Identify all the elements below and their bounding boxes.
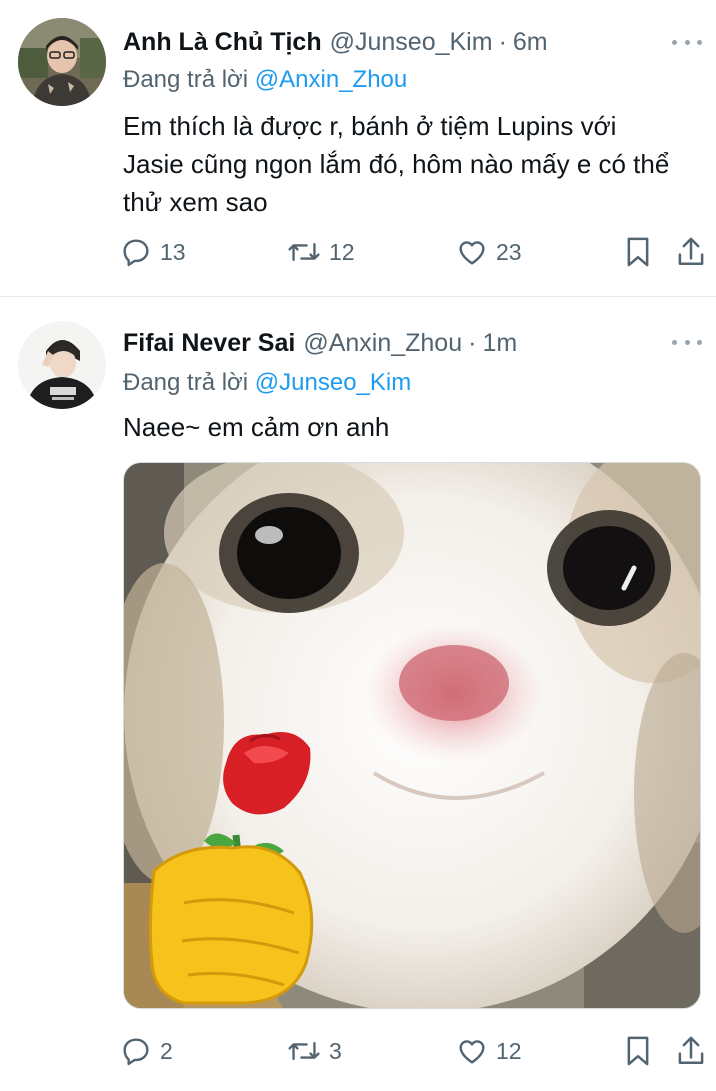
display-name[interactable]: Anh Là Chủ Tịch [123,28,322,57]
tweet-text: Naee~ em cảm ơn anh [123,412,390,442]
bookmark-button[interactable] [622,232,654,272]
cat-holding-rose-image-icon [124,463,700,1008]
like-count: 12 [496,1037,522,1064]
replying-to-label: Đang trả lời [123,66,255,93]
retweet-count: 3 [329,1037,342,1064]
avatar[interactable] [18,321,106,409]
heart-icon [459,1040,485,1064]
tweet-header: Fifai Never Sai @Anxin_Zhou · 1m [123,323,517,363]
profile-photo-icon [18,321,106,409]
tweet[interactable]: Fifai Never Sai @Anxin_Zhou · 1m Đang tr… [0,297,716,1091]
retweet-button[interactable]: 12 [287,232,355,272]
share-icon [678,237,704,266]
reply-icon [123,239,149,267]
user-handle[interactable]: @Anxin_Zhou [303,329,462,358]
more-options-icon[interactable] [672,336,702,348]
replying-to: Đang trả lời @Anxin_Zhou [123,66,407,94]
avatar[interactable] [18,18,106,106]
display-name[interactable]: Fifai Never Sai [123,329,295,358]
like-button[interactable]: 23 [456,232,522,272]
tweet-media[interactable] [123,462,701,1009]
separator: · [498,27,507,56]
bookmark-button[interactable] [622,1031,654,1071]
reply-button[interactable]: 13 [120,232,186,272]
reply-button[interactable]: 2 [120,1031,173,1071]
share-button[interactable] [675,1031,707,1071]
bookmark-icon [627,1036,649,1066]
replying-to-link[interactable]: @Anxin_Zhou [255,66,407,93]
like-button[interactable]: 12 [456,1031,522,1071]
timestamp[interactable]: 6m [513,28,548,57]
tweet-actions: 2 3 12 [120,1031,710,1071]
like-count: 23 [496,238,522,265]
replying-to-link[interactable]: @Junseo_Kim [255,369,411,396]
retweet-button[interactable]: 3 [287,1031,342,1071]
more-options-icon[interactable] [672,36,702,48]
user-handle[interactable]: @Junseo_Kim [330,28,493,57]
heart-icon [459,241,485,265]
bookmark-icon [627,237,649,267]
share-icon [678,1036,704,1065]
separator: · [468,328,477,357]
replying-to-label: Đang trả lời [123,369,255,396]
reply-icon [123,1038,149,1066]
retweet-icon [288,1041,320,1061]
tweet-actions: 13 12 23 [120,232,710,272]
tweet-text: Em thích là được r, bánh ở tiệm Lupins v… [123,111,670,217]
timestamp[interactable]: 1m [482,329,517,358]
tweet[interactable]: Anh Là Chủ Tịch @Junseo_Kim · 6m Đang tr… [0,0,716,296]
retweet-count: 12 [329,238,355,265]
replying-to: Đang trả lời @Junseo_Kim [123,369,411,397]
retweet-icon [288,242,320,262]
reply-count: 2 [160,1037,173,1064]
reply-count: 13 [160,238,186,265]
tweet-header: Anh Là Chủ Tịch @Junseo_Kim · 6m [123,22,548,62]
share-button[interactable] [675,232,707,272]
profile-photo-icon [18,18,106,106]
